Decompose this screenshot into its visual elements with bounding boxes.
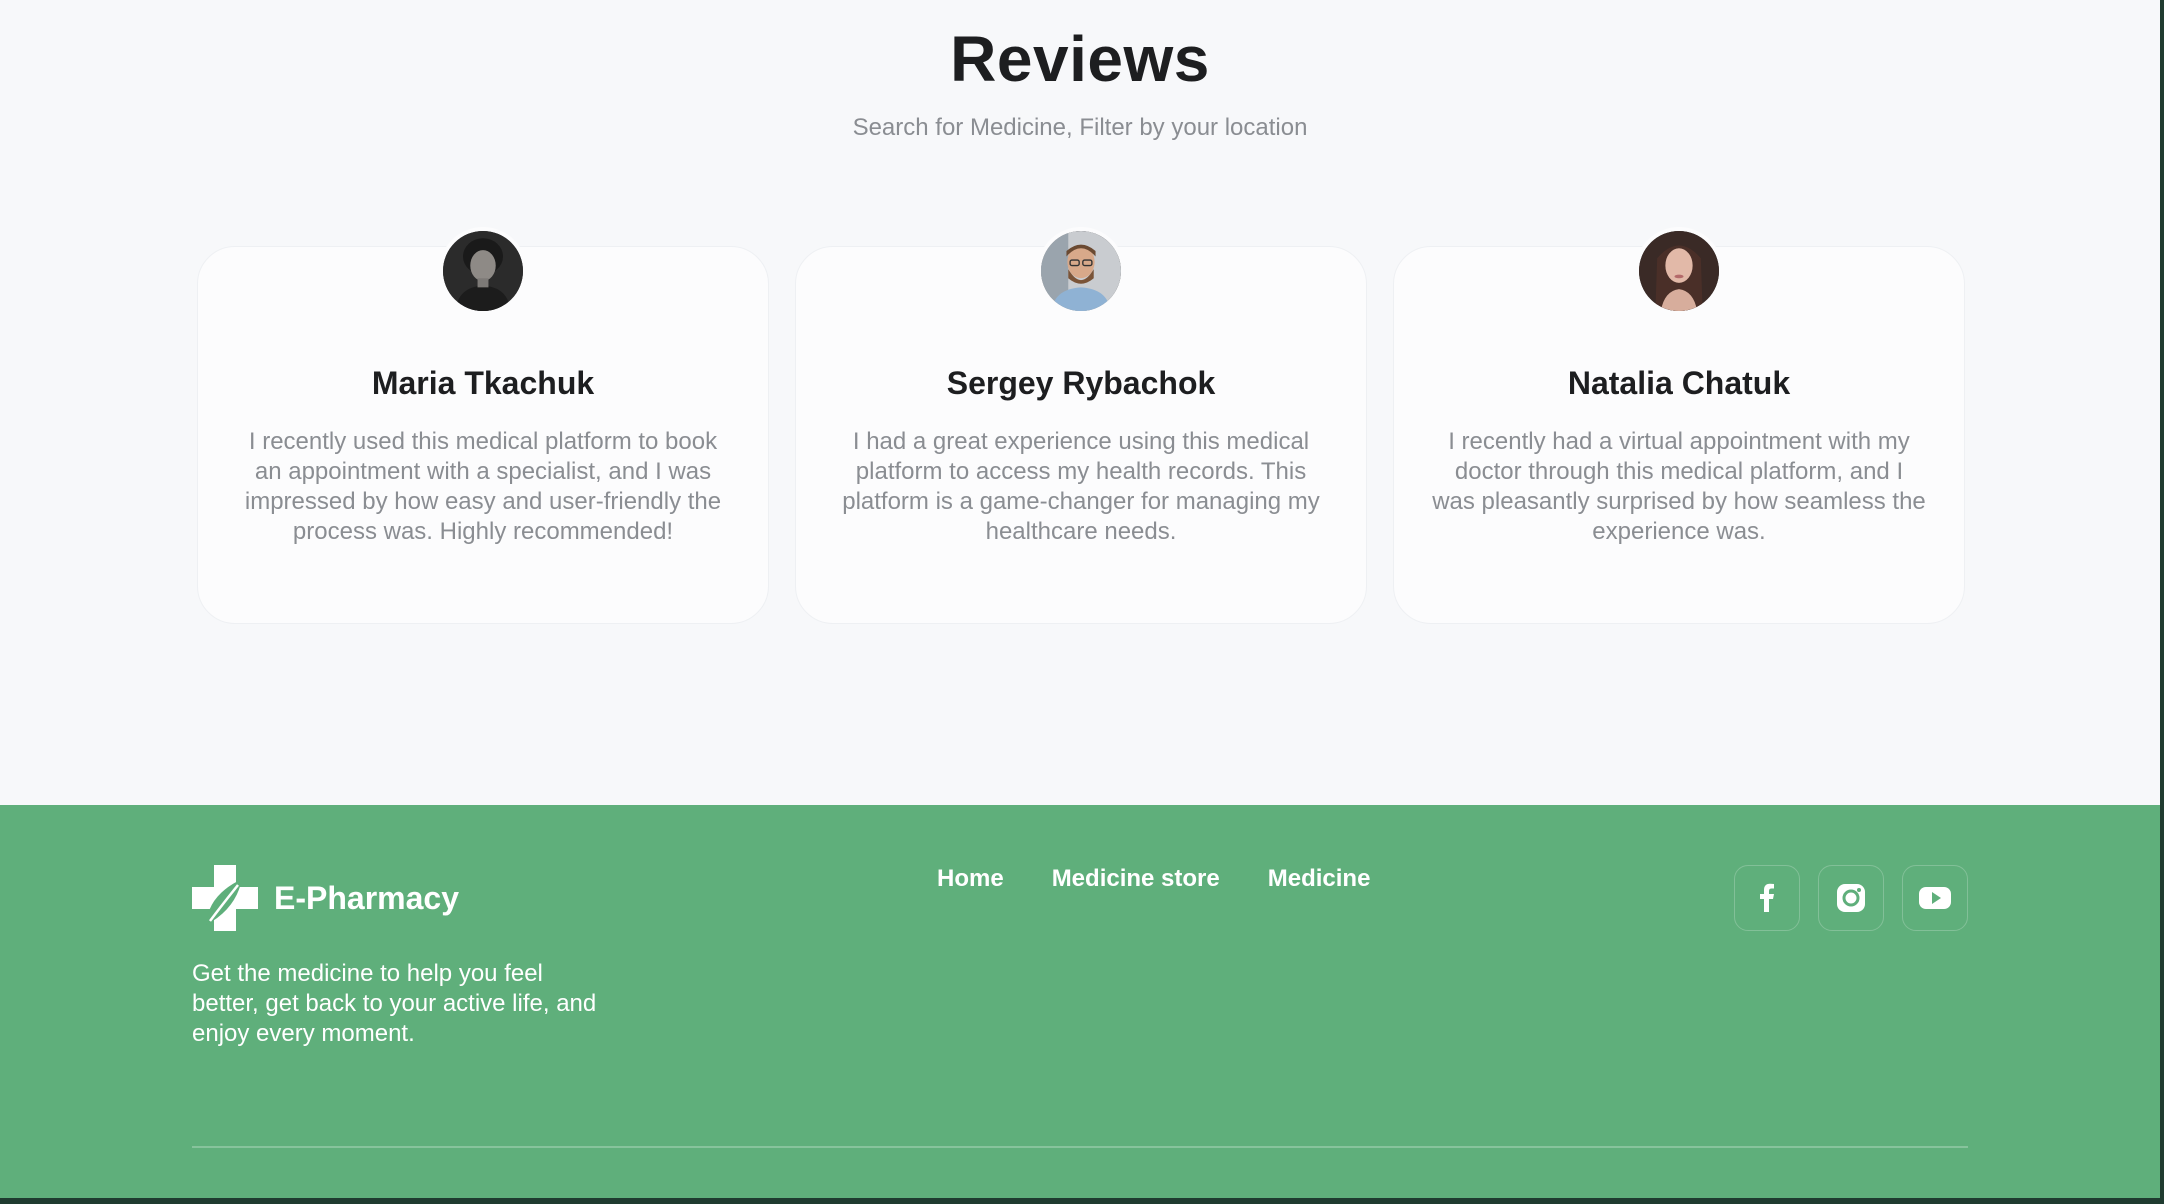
review-cards: Maria Tkachuk I recently used this medic… — [197, 227, 1965, 624]
reviewer-name: Maria Tkachuk — [371, 365, 595, 401]
page: Reviews Search for Medicine, Filter by y… — [0, 0, 2160, 1198]
review-card: Maria Tkachuk I recently used this medic… — [197, 227, 769, 624]
reviewer-name: Natalia Chatuk — [1567, 365, 1791, 401]
reviewer-photo — [1041, 231, 1121, 311]
review-card: Sergey Rybachok I had a great experience… — [795, 227, 1367, 624]
reviews-subtitle: Search for Medicine, Filter by your loca… — [852, 114, 1308, 141]
avatar — [439, 227, 527, 315]
footer-link-home[interactable]: Home — [937, 865, 1004, 893]
footer-link-medicine-store[interactable]: Medicine store — [1052, 865, 1220, 893]
facebook-icon — [1760, 883, 1774, 912]
brand-name: E-Pharmacy — [274, 879, 459, 916]
instagram-button[interactable] — [1818, 865, 1884, 931]
footer-tagline: Get the medicine to help you feel better… — [192, 960, 597, 1047]
instagram-icon — [1837, 884, 1865, 912]
youtube-button[interactable] — [1902, 865, 1968, 931]
pharmacy-cross-leaf-icon — [192, 865, 258, 931]
youtube-icon — [1919, 887, 1951, 909]
social-links — [1734, 865, 1968, 931]
review-card: Natalia Chatuk I recently had a virtual … — [1393, 227, 1965, 624]
reviewer-photo — [1639, 231, 1719, 311]
review-text: I recently used this medical platform to… — [244, 428, 722, 545]
facebook-button[interactable] — [1734, 865, 1800, 931]
reviewer-name: Sergey Rybachok — [946, 365, 1216, 401]
footer-link-medicine[interactable]: Medicine — [1268, 865, 1371, 893]
avatar — [1037, 227, 1125, 315]
reviews-section: Reviews Search for Medicine, Filter by y… — [0, 0, 2160, 805]
reviewer-photo — [443, 231, 523, 311]
footer-nav: Home Medicine store Medicine — [937, 865, 1370, 893]
footer-logo[interactable]: E-Pharmacy — [192, 865, 459, 931]
footer-divider — [192, 1146, 1968, 1148]
review-text: I had a great experience using this medi… — [842, 428, 1320, 545]
footer: E-Pharmacy Get the medicine to help you … — [0, 805, 2160, 1198]
review-text: I recently had a virtual appointment wit… — [1432, 428, 1926, 545]
reviews-title: Reviews — [950, 23, 1210, 95]
avatar — [1635, 227, 1723, 315]
